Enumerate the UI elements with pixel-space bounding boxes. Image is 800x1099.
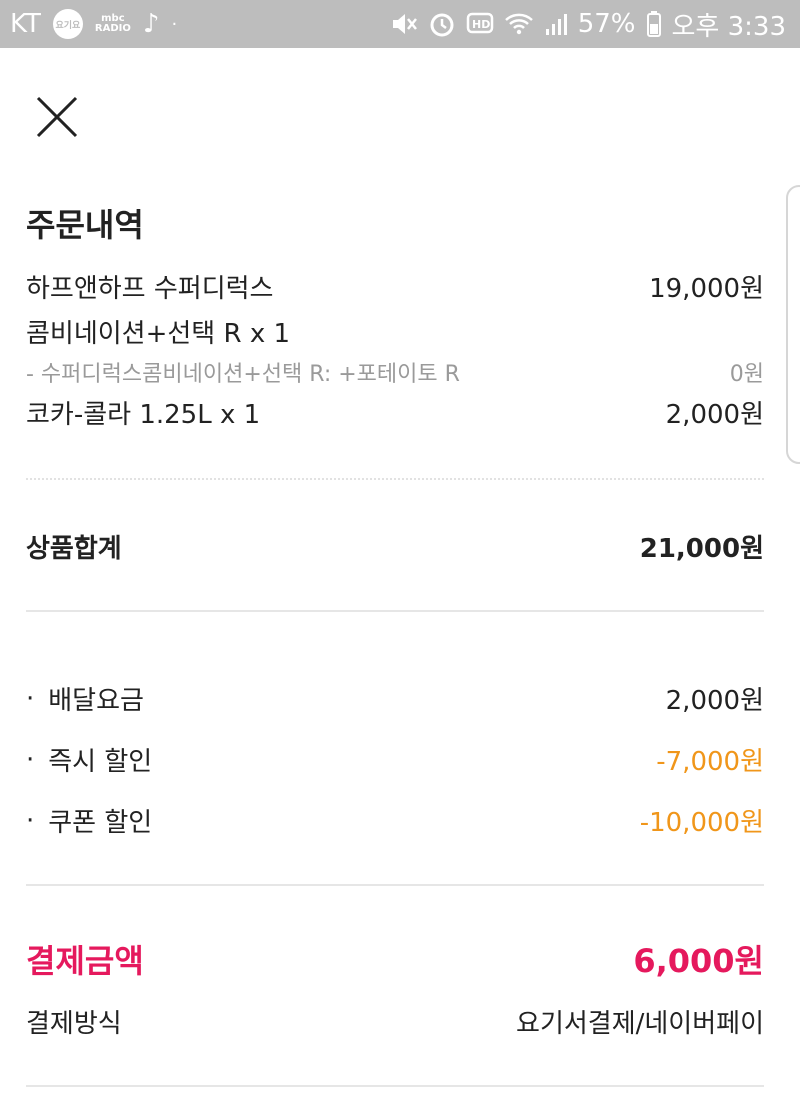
close-button[interactable] — [28, 88, 84, 144]
fee-label: 배달요금 — [48, 686, 144, 716]
carrier-label: KT — [10, 9, 41, 39]
divider — [26, 884, 764, 886]
scroll-handle[interactable] — [786, 185, 800, 464]
mute-icon — [390, 11, 418, 37]
bullet-icon: · — [26, 805, 35, 836]
total-row: 결제금액 6,000원 — [26, 936, 764, 982]
alarm-icon — [428, 10, 456, 38]
payment-method-label: 결제방식 — [26, 1009, 122, 1039]
wifi-icon — [504, 11, 534, 37]
item-option: - 수퍼디럭스콤비네이션+선택 R: +포테이토 R — [26, 362, 460, 387]
divider — [26, 610, 764, 612]
battery-icon — [646, 10, 662, 38]
order-section-title: 주문내역 — [26, 206, 144, 244]
clock-time: 오후 3:33 — [671, 11, 787, 42]
discount-value: -7,000원 — [656, 747, 764, 777]
order-item-row: 코카-콜라 1.25L x 1 2,000원 — [26, 394, 764, 431]
subtotal-label: 상품합계 — [26, 534, 122, 564]
yogiyo-app-icon: 요기요 — [52, 9, 83, 39]
battery-percent: 57% — [577, 9, 636, 39]
order-item-row: 하프앤하프 수퍼디럭스 19,000원 — [26, 268, 764, 305]
item-price: 19,000원 — [649, 274, 764, 304]
fee-label: 쿠폰 할인 — [48, 808, 153, 838]
status-bar: KT 요기요 mbc RADIO ♪ · HD 57% 오후 3:33 — [0, 0, 800, 48]
bullet-icon: · — [26, 744, 35, 775]
signal-icon — [544, 11, 568, 37]
order-item-option-row: - 수퍼디럭스콤비네이션+선택 R: +포테이토 R 0원 — [26, 356, 764, 388]
mbc-radio-icon: mbc RADIO — [94, 13, 131, 34]
item-name: 콤비네이션+선택 R x 1 — [26, 319, 291, 349]
fee-label: 즉시 할인 — [48, 747, 153, 777]
svg-text:HD: HD — [472, 18, 490, 31]
fee-row: · 배달요금 2,000원 — [26, 680, 764, 717]
payment-method-value: 요기서결제/네이버페이 — [516, 1009, 764, 1039]
item-price: 2,000원 — [665, 400, 764, 430]
item-name: 코카-콜라 1.25L x 1 — [26, 400, 261, 430]
payment-method-row: 결제방식 요기서결제/네이버페이 — [26, 1003, 764, 1040]
music-note-icon: ♪ — [142, 9, 160, 39]
order-item-row: 콤비네이션+선택 R x 1 — [26, 313, 764, 350]
discount-value: -10,000원 — [639, 808, 764, 838]
divider — [26, 1085, 764, 1087]
subtotal-value: 21,000원 — [639, 534, 764, 564]
total-value: 6,000원 — [633, 942, 764, 980]
close-icon — [36, 96, 78, 138]
item-name: 하프앤하프 수퍼디럭스 — [26, 274, 274, 304]
dotted-divider — [26, 478, 764, 480]
hd-icon: HD — [466, 11, 494, 37]
bullet-icon: · — [26, 683, 35, 714]
total-label: 결제금액 — [26, 942, 144, 980]
fee-row: · 쿠폰 할인 -10,000원 — [26, 802, 764, 839]
subtotal-row: 상품합계 21,000원 — [26, 528, 764, 565]
fee-row: · 즉시 할인 -7,000원 — [26, 741, 764, 778]
notification-dot-icon: · — [171, 13, 178, 35]
item-option-price: 0원 — [729, 362, 764, 387]
fee-value: 2,000원 — [665, 686, 764, 716]
